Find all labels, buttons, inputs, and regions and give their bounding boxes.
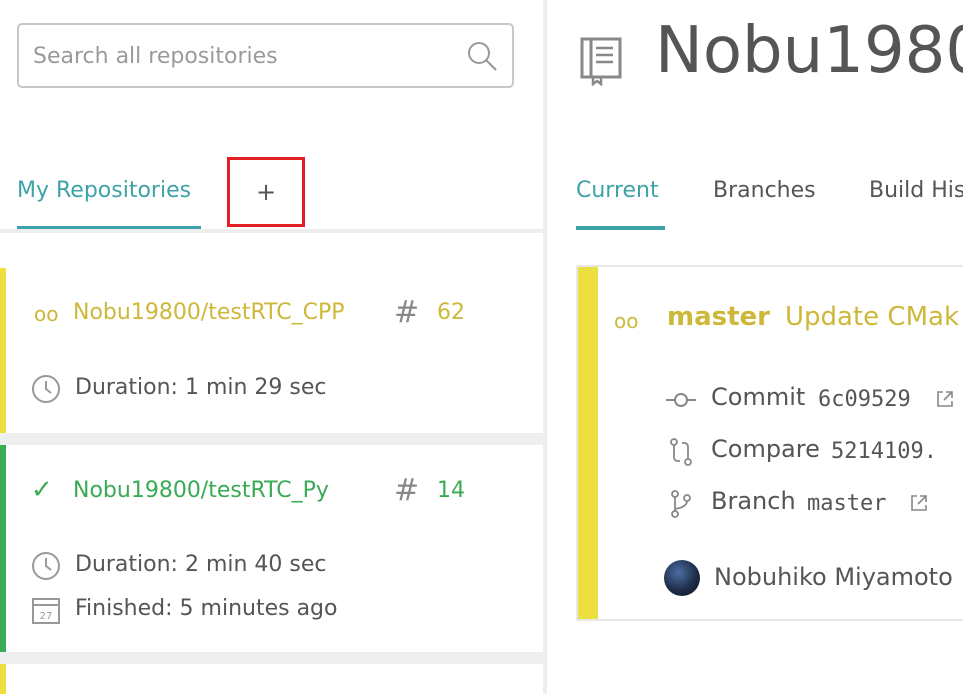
avatar bbox=[664, 560, 700, 596]
compare-icon bbox=[670, 438, 692, 466]
tab-current[interactable]: Current bbox=[576, 178, 659, 203]
card-separator bbox=[0, 433, 543, 445]
calendar-icon: 27 bbox=[32, 598, 60, 624]
repo-link[interactable]: Nobu19800/testRTC_CPP bbox=[73, 300, 345, 325]
tab-branches[interactable]: Branches bbox=[713, 178, 816, 203]
commit-message: Update CMak bbox=[785, 302, 960, 332]
card-separator bbox=[0, 652, 543, 664]
build-passed-icon: ✓ bbox=[31, 475, 53, 505]
duration-text: Duration: 1 min 29 sec bbox=[75, 375, 327, 400]
hash-icon: # bbox=[394, 295, 420, 330]
active-tab-underline bbox=[576, 226, 665, 230]
status-stripe-created bbox=[578, 267, 598, 619]
compare-range-link[interactable]: 5214109. bbox=[831, 439, 937, 464]
clock-icon bbox=[32, 375, 60, 403]
build-created-icon: oo bbox=[34, 302, 59, 326]
search-input[interactable] bbox=[33, 39, 453, 73]
repo-book-icon bbox=[580, 37, 622, 86]
tab-my-repositories[interactable]: My Repositories bbox=[17, 178, 191, 203]
commit-label: Commit bbox=[711, 383, 806, 411]
build-created-icon: oo bbox=[614, 309, 639, 333]
search-box[interactable] bbox=[17, 23, 514, 88]
external-link-icon[interactable] bbox=[935, 389, 955, 409]
branch-name: master bbox=[667, 302, 770, 332]
tab-build-history[interactable]: Build His bbox=[869, 178, 963, 203]
tabs-divider bbox=[0, 229, 543, 233]
repository-title: Nobu1980 bbox=[655, 14, 963, 88]
branch-label: Branch bbox=[711, 487, 796, 515]
repositories-sidebar: My Repositories + oo Nobu19800/testRTC_C… bbox=[0, 0, 543, 694]
status-stripe-passed bbox=[0, 445, 6, 652]
branch-link[interactable]: master bbox=[807, 491, 886, 516]
add-repository-button[interactable]: + bbox=[227, 157, 305, 227]
calendar-day: 27 bbox=[40, 611, 53, 622]
commit-icon bbox=[666, 393, 696, 407]
finished-text: Finished: 5 minutes ago bbox=[75, 596, 338, 621]
current-build-card: oo master Update CMak Commit 6c09529 Com… bbox=[576, 265, 963, 621]
branch-icon bbox=[671, 490, 691, 518]
repo-card[interactable]: oo Nobu19800/testRTC_CPP # 62 Duration: … bbox=[0, 268, 543, 433]
repo-card[interactable]: ✓ Nobu19800/testRTC_Py # 14 Duration: 2 … bbox=[0, 445, 543, 652]
external-link-icon[interactable] bbox=[909, 493, 929, 513]
status-stripe bbox=[0, 664, 6, 694]
compare-label: Compare bbox=[711, 435, 820, 463]
repo-card[interactable] bbox=[0, 664, 543, 694]
duration-text: Duration: 2 min 40 sec bbox=[75, 552, 327, 577]
build-number-link[interactable]: 14 bbox=[437, 478, 465, 503]
author-name: Nobuhiko Miyamoto bbox=[714, 563, 953, 591]
repo-link[interactable]: Nobu19800/testRTC_Py bbox=[73, 478, 329, 503]
build-number-link[interactable]: 62 bbox=[437, 300, 465, 325]
repository-main: Nobu1980 Current Branches Build His oo m… bbox=[547, 0, 963, 694]
commit-hash-link[interactable]: 6c09529 bbox=[818, 387, 911, 412]
search-icon[interactable] bbox=[466, 40, 498, 72]
status-stripe-created bbox=[0, 268, 6, 433]
clock-icon bbox=[32, 552, 60, 580]
hash-icon: # bbox=[394, 473, 420, 508]
